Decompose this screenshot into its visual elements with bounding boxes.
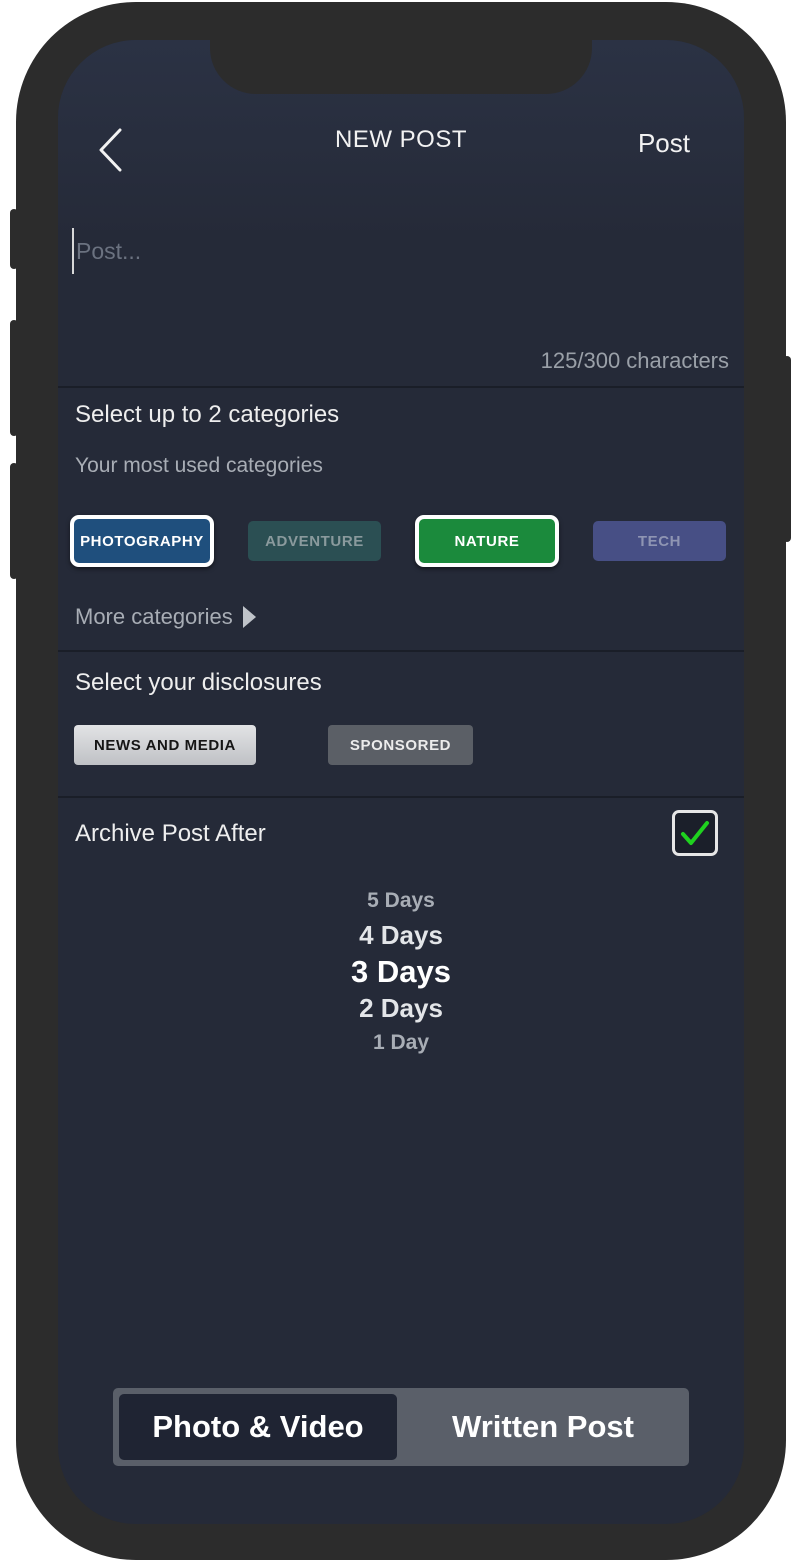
more-categories-label: More categories <box>75 604 233 629</box>
phone-volume-down <box>10 463 18 579</box>
post-text-input[interactable] <box>72 228 716 274</box>
divider <box>58 650 744 652</box>
character-count: 125/300 characters <box>540 348 729 373</box>
segment-written-post[interactable]: Written Post <box>403 1394 683 1460</box>
phone-mute-switch <box>10 209 18 269</box>
category-chip-nature[interactable]: NATURE <box>415 515 559 567</box>
archive-option-3-days[interactable]: 3 Days <box>58 954 744 990</box>
post-button[interactable]: Post <box>638 128 690 159</box>
categories-title: Select up to 2 categories <box>75 401 340 428</box>
archive-checkbox[interactable] <box>672 810 718 856</box>
play-triangle-icon <box>242 606 256 628</box>
phone-notch <box>210 40 592 94</box>
divider <box>58 386 744 388</box>
disclosures-title: Select your disclosures <box>75 669 322 696</box>
categories-subtitle: Your most used categories <box>75 454 323 477</box>
segment-photo-video[interactable]: Photo & Video <box>119 1394 397 1460</box>
archive-option-5-days[interactable]: 5 Days <box>58 889 744 913</box>
disclosure-chip-news-and-media[interactable]: NEWS AND MEDIA <box>74 725 256 765</box>
disclosure-chip-sponsored[interactable]: SPONSORED <box>328 725 473 765</box>
more-categories-link[interactable]: More categories <box>75 604 256 630</box>
category-chip-adventure[interactable]: ADVENTURE <box>248 521 381 561</box>
post-type-segmented-control: Photo & Video Written Post <box>113 1388 689 1466</box>
category-chip-tech[interactable]: TECH <box>593 521 726 561</box>
app-screen: NEW POST Post 125/300 characters Select … <box>58 40 744 1524</box>
phone-volume-up <box>10 320 18 436</box>
archive-option-1-day[interactable]: 1 Day <box>58 1031 744 1055</box>
archive-title: Archive Post After <box>75 820 266 847</box>
divider <box>58 796 744 798</box>
archive-option-4-days[interactable]: 4 Days <box>58 920 744 951</box>
checkmark-icon <box>681 821 709 845</box>
archive-option-2-days[interactable]: 2 Days <box>58 993 744 1024</box>
category-chip-photography[interactable]: PHOTOGRAPHY <box>70 515 214 567</box>
phone-power-button <box>783 356 791 542</box>
